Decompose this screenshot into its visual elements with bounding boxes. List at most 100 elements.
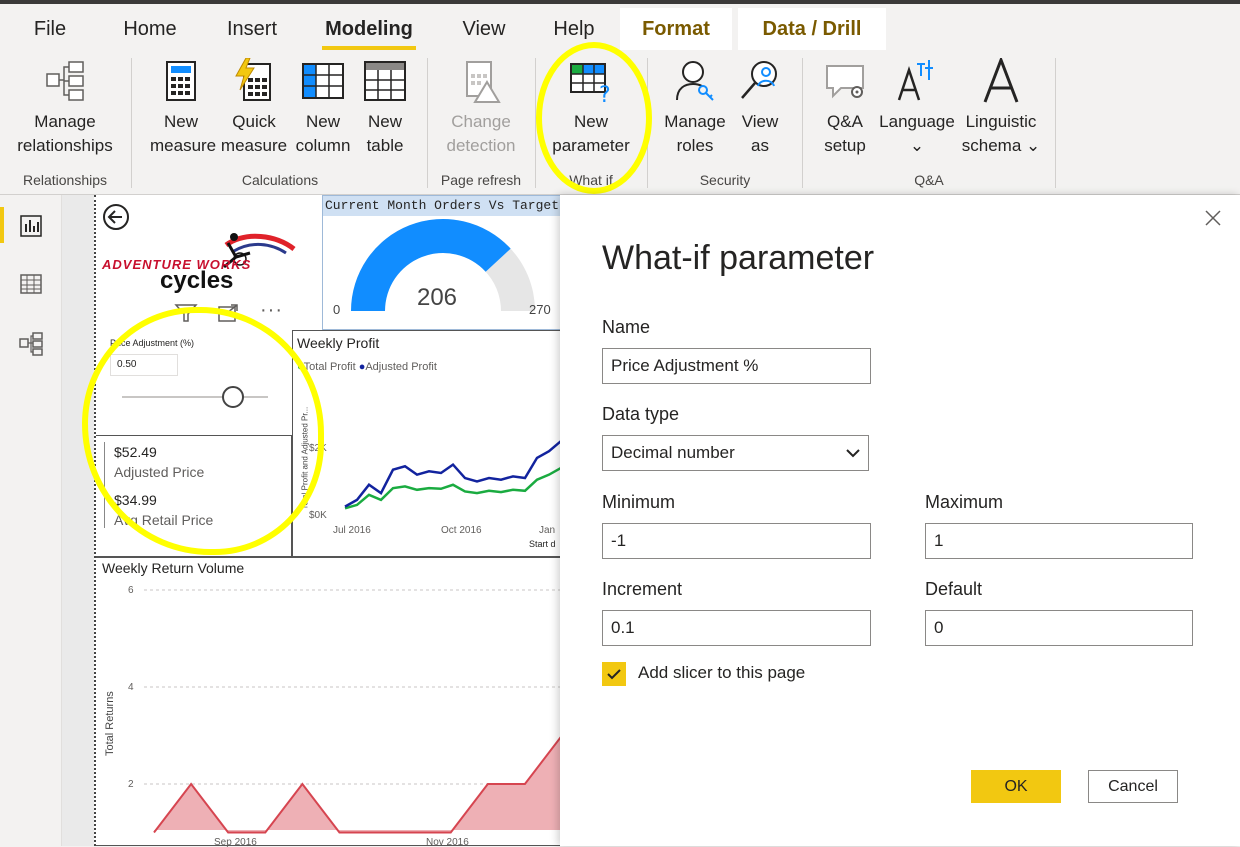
name-field[interactable]: Price Adjustment %	[602, 348, 871, 384]
weekly-returns-visual[interactable]: Weekly Return Volume Total Returns 6 4 2 Se…	[96, 557, 562, 847]
active-view-indicator	[0, 207, 4, 243]
group-separator	[427, 58, 428, 188]
x-tick-label: Jan	[539, 525, 555, 536]
default-field[interactable]: 0	[925, 610, 1193, 646]
manage-relationships-label-1: Manage	[34, 112, 96, 131]
ok-button[interactable]: OK	[971, 770, 1061, 803]
slicer-handle[interactable]	[222, 386, 244, 408]
group-label-relationships: Relationships	[22, 172, 108, 188]
manage-relationships-icon	[46, 61, 84, 101]
y-tick-label: 2	[128, 779, 134, 790]
manage-relationships-button[interactable]: Manage relationships	[8, 58, 122, 158]
avg-price-label: Avg Retail Price	[114, 512, 214, 528]
group-label-calculations: Calculations	[241, 172, 319, 188]
dialog-title: What-if parameter	[602, 239, 875, 277]
group-separator	[647, 58, 648, 188]
tab-view[interactable]: View	[452, 8, 516, 50]
group-separator	[535, 58, 536, 188]
tab-modeling[interactable]: Modeling	[322, 8, 416, 50]
new-table-icon	[364, 61, 406, 101]
report-canvas: ADVENTURE WORKS cycles ··· Current Month…	[62, 195, 562, 847]
new-measure-icon	[166, 61, 196, 101]
model-view-button[interactable]	[14, 327, 48, 361]
quick-measure-label-1: Quick	[232, 112, 276, 131]
checkmark-icon	[607, 669, 621, 680]
language-label-1: Language	[879, 112, 955, 131]
manage-relationships-label-2: relationships	[17, 136, 113, 155]
manage-roles-label-1: Manage	[664, 112, 726, 131]
tab-file[interactable]: File	[20, 8, 80, 50]
new-column-button[interactable]: New column	[292, 58, 354, 158]
new-measure-label-1: New	[163, 112, 198, 131]
report-view-button[interactable]	[14, 209, 48, 243]
new-measure-button[interactable]: New measure	[150, 58, 216, 158]
tab-insert[interactable]: Insert	[214, 8, 290, 50]
name-label: Name	[602, 317, 651, 337]
filter-icon[interactable]	[174, 303, 198, 323]
language-button[interactable]: Language ⌄	[876, 58, 958, 158]
focus-mode-icon[interactable]	[216, 303, 240, 323]
qa-setup-button[interactable]: Q&A setup	[814, 58, 876, 158]
new-column-label-2: column	[295, 136, 351, 155]
gauge-chart	[351, 219, 535, 311]
price-adjustment-slicer[interactable]: Price Adjustment (%) 0.50	[96, 332, 290, 434]
view-as-button[interactable]: View as	[734, 58, 786, 158]
minimum-field[interactable]: -1	[602, 523, 871, 559]
tab-help[interactable]: Help	[544, 8, 604, 50]
change-detection-button[interactable]: Change detection	[438, 58, 524, 158]
tab-home[interactable]: Home	[112, 8, 188, 50]
weekly-profit-visual[interactable]: Weekly Profit ●Total Profit ●Adjusted Pr…	[292, 330, 562, 557]
gauge-title: Current Month Orders Vs Target	[323, 196, 561, 216]
qa-setup-label-1: Q&A	[827, 112, 863, 131]
qa-setup-label-2: setup	[824, 136, 866, 155]
tab-format[interactable]: Format	[620, 8, 732, 54]
card-divider	[104, 442, 105, 528]
x-axis-label: Start d	[529, 539, 556, 549]
add-slicer-checkbox[interactable]	[602, 662, 626, 686]
tab-data-drill[interactable]: Data / Drill	[738, 8, 886, 54]
linguistic-schema-button[interactable]: Linguistic schema ⌄	[958, 58, 1044, 158]
adjusted-price-label: Adjusted Price	[114, 464, 205, 480]
report-page: ADVENTURE WORKS cycles ··· Current Month…	[94, 195, 562, 847]
group-label-page-refresh: Page refresh	[440, 172, 522, 188]
increment-label: Increment	[602, 579, 683, 599]
language-icon	[897, 60, 933, 101]
price-cards: $52.49 Adjusted Price $34.99 Avg Retail …	[96, 435, 292, 557]
more-options-icon[interactable]: ···	[260, 299, 283, 322]
cancel-button[interactable]: Cancel	[1088, 770, 1178, 803]
gauge-value: 206	[416, 284, 458, 311]
view-switcher	[0, 195, 62, 846]
increment-field[interactable]: 0.1	[602, 610, 871, 646]
minimum-label: Minimum	[602, 492, 676, 512]
manage-roles-button[interactable]: Manage roles	[660, 58, 730, 158]
data-view-button[interactable]	[14, 267, 48, 301]
maximum-field[interactable]: 1	[925, 523, 1193, 559]
y-tick-label: 6	[128, 585, 134, 596]
logo-text-cycles: cycles	[160, 267, 234, 294]
model-view-icon	[19, 332, 43, 356]
gauge-max: 270	[529, 302, 551, 317]
slicer-value-input[interactable]: 0.50	[110, 354, 178, 376]
quick-measure-button[interactable]: Quick measure	[218, 58, 290, 158]
change-detection-label-2: detection	[446, 136, 516, 155]
weekly-profit-chart: $2K $0K Jul 2016 Oct 2016 Jan Start d	[309, 440, 562, 549]
change-detection-icon	[466, 61, 501, 103]
qa-setup-icon	[826, 65, 864, 99]
new-column-label-1: New	[305, 112, 340, 131]
group-separator	[802, 58, 803, 188]
group-label-security: Security	[699, 172, 751, 188]
x-tick-label: Oct 2016	[441, 525, 482, 536]
new-parameter-button[interactable]: ? New parameter	[546, 58, 636, 158]
gauge-visual[interactable]: Current Month Orders Vs Target 206 0 270	[322, 195, 562, 330]
slicer-title: Price Adjustment (%)	[110, 338, 195, 348]
new-parameter-label-1: New	[573, 112, 608, 131]
new-table-label-1: New	[367, 112, 402, 131]
new-parameter-label-2: parameter	[552, 136, 630, 155]
new-table-button[interactable]: New table	[356, 58, 414, 158]
language-dropdown-chevron: ⌄	[909, 136, 925, 155]
adjusted-profit-line	[344, 440, 562, 508]
close-icon[interactable]	[1204, 209, 1222, 227]
view-as-label-2: as	[751, 136, 769, 155]
data-type-select[interactable]: Decimal number	[602, 435, 869, 471]
weekly-returns-chart: 642Sep 2016 Nov 2016	[128, 585, 562, 847]
